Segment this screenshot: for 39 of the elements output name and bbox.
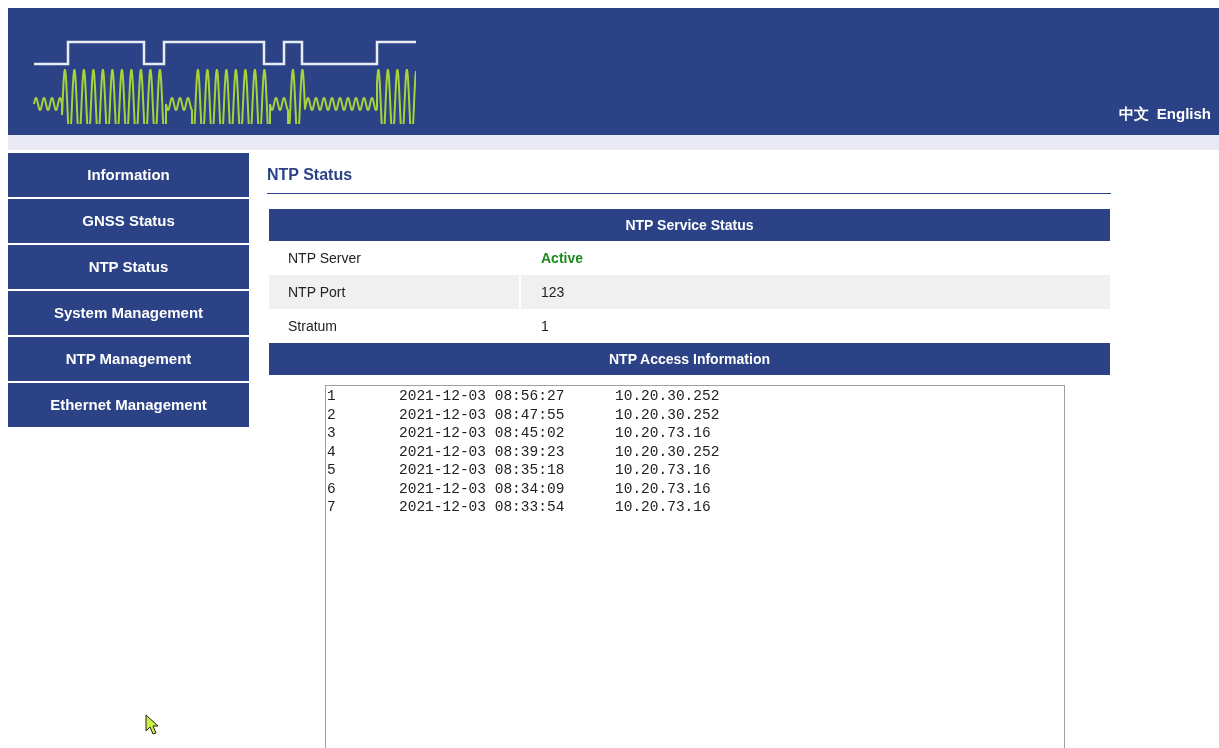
row-label: Stratum — [287, 316, 338, 336]
sidebar-item[interactable]: Information — [8, 153, 249, 197]
row-value: 1 — [540, 316, 549, 336]
language-link[interactable]: English — [1156, 102, 1211, 125]
language-link[interactable]: 中文 — [1118, 102, 1149, 125]
log-ip: 10.20.73.16 — [615, 479, 711, 499]
section-header: NTP Service Status — [269, 209, 1110, 241]
log-number: 2 — [327, 405, 337, 425]
log-ip: 10.20.30.252 — [615, 387, 720, 407]
log-number: 4 — [327, 442, 337, 462]
sidebar-item[interactable]: Ethernet Management — [8, 383, 249, 427]
log-time: 2021-12-03 08:33:54 — [399, 498, 566, 518]
log-time: 2021-12-03 08:45:02 — [399, 424, 566, 444]
sidebar-item[interactable]: NTP Status — [8, 245, 249, 289]
log-ip: 10.20.30.252 — [615, 405, 720, 425]
sidebar-item[interactable]: System Management — [8, 291, 249, 335]
mouse-pointer-icon — [145, 714, 159, 736]
log-time: 2021-12-03 08:39:23 — [399, 442, 566, 462]
access-log-textarea[interactable] — [325, 385, 1065, 748]
section-header: NTP Access Information — [269, 343, 1110, 375]
sidebar-item[interactable]: NTP Management — [8, 337, 249, 381]
log-number: 3 — [327, 424, 337, 444]
log-time: 2021-12-03 08:34:09 — [399, 479, 566, 499]
log-time: 2021-12-03 08:47:55 — [399, 405, 566, 425]
log-ip: 10.20.73.16 — [615, 424, 711, 444]
log-ip: 10.20.73.16 — [615, 498, 711, 518]
log-number: 6 — [327, 479, 337, 499]
row-value: 123 — [540, 282, 565, 302]
log-time: 2021-12-03 08:35:18 — [399, 461, 566, 481]
sidebar-item[interactable]: GNSS Status — [8, 199, 249, 243]
log-number: 7 — [327, 498, 337, 518]
page-title: NTP Status — [267, 153, 1111, 194]
log-number: 5 — [327, 461, 337, 481]
row-label: NTP Server — [287, 248, 362, 268]
log-time: 2021-12-03 08:56:27 — [399, 387, 566, 407]
row-value: Active — [540, 248, 584, 268]
log-ip: 10.20.30.252 — [615, 442, 720, 462]
log-ip: 10.20.73.16 — [615, 461, 711, 481]
log-number: 1 — [327, 387, 337, 407]
